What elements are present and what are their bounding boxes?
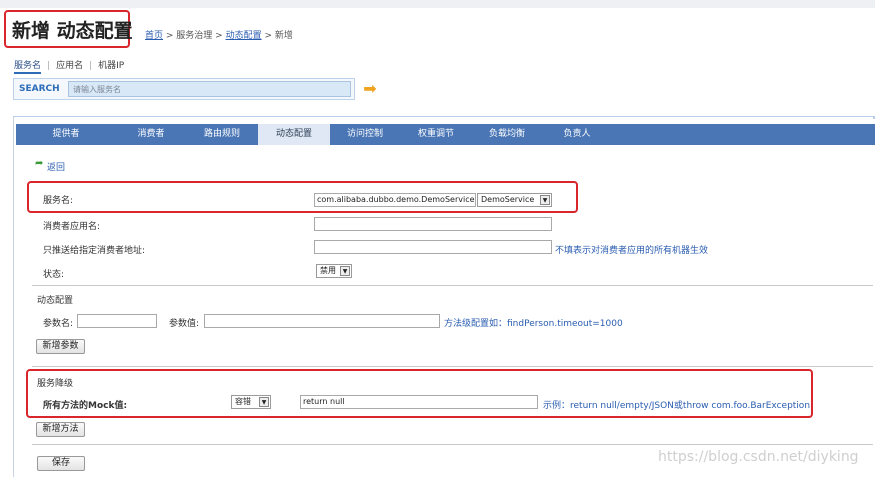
breadcrumb-sep: > — [212, 31, 226, 41]
degrade-section-title: 服务降级 — [37, 379, 74, 389]
breadcrumb-sep: > — [261, 31, 275, 41]
search-tab-service[interactable]: 服务名 — [14, 61, 42, 74]
mock-value-input[interactable]: return null — [300, 395, 538, 409]
select-arrow-icon: ▼ — [259, 397, 269, 407]
tab-owners[interactable]: 负责人 — [542, 124, 612, 145]
service-input[interactable]: com.alibaba.dubbo.demo.DemoService — [314, 193, 476, 207]
select-arrow-icon: ▼ — [340, 266, 350, 276]
status-label: 状态: — [43, 270, 65, 280]
status-select[interactable]: 禁用 ▼ — [316, 264, 352, 278]
service-select-value: DemoService — [481, 195, 535, 204]
divider — [32, 285, 873, 286]
dynamic-section-title: 动态配置 — [37, 296, 74, 306]
add-param-button[interactable]: 新增参数 — [36, 339, 85, 354]
divider — [32, 366, 873, 367]
watermark: https://blog.csdn.net/diyking — [658, 449, 859, 465]
search-tab-ip[interactable]: 机器IP — [98, 61, 124, 71]
status-select-value: 禁用 — [320, 266, 336, 275]
search-tab-app[interactable]: 应用名 — [56, 61, 83, 71]
save-button[interactable]: 保存 — [37, 456, 85, 471]
param-value-label: 参数值: — [169, 319, 200, 329]
param-name-input[interactable] — [77, 314, 157, 328]
tab-dynamic-config[interactable]: 动态配置 — [258, 124, 330, 145]
back-arrow-icon[interactable]: ➦ — [35, 158, 43, 169]
mock-label: 所有方法的Mock值: — [43, 401, 128, 411]
breadcrumb-home[interactable]: 首页 — [145, 31, 163, 41]
back-link[interactable]: 返回 — [47, 160, 65, 173]
tab-providers[interactable]: 提供者 — [16, 124, 116, 145]
mock-hint: 示例：return null/empty/JSON或throw com.foo.… — [543, 401, 811, 411]
tab-load-balance[interactable]: 负载均衡 — [472, 124, 542, 145]
search-go-arrow-icon[interactable]: ➡ — [361, 80, 379, 98]
service-select[interactable]: DemoService ▼ — [477, 193, 552, 207]
tab-routes[interactable]: 路由规则 — [186, 124, 258, 145]
breadcrumb-config[interactable]: 动态配置 — [226, 31, 262, 41]
consumer-app-label: 消费者应用名: — [43, 222, 101, 232]
breadcrumb: 首页 > 服务治理 > 动态配置 > 新增 — [145, 28, 293, 41]
push-addr-input[interactable] — [314, 240, 552, 254]
search-type-tabs: 服务名 | 应用名 | 机器IP — [14, 58, 124, 74]
page-title: 新增 动态配置 — [12, 20, 133, 42]
search-tab-sep: | — [47, 61, 51, 71]
top-strip — [0, 0, 875, 8]
mock-select-value: 容错 — [235, 397, 251, 406]
search-input[interactable] — [68, 81, 351, 97]
param-name-label: 参数名: — [43, 319, 74, 329]
push-addr-label: 只推送给指定消费者地址: — [43, 246, 146, 256]
mock-select[interactable]: 容错 ▼ — [231, 395, 271, 409]
select-arrow-icon: ▼ — [540, 195, 550, 205]
consumer-app-input[interactable] — [314, 217, 552, 231]
nav-tabbar: 提供者 消费者 路由规则 动态配置 访问控制 权重调节 负载均衡 负责人 — [16, 124, 875, 145]
search-tab-sep: | — [89, 61, 93, 71]
breadcrumb-sep: > — [163, 31, 177, 41]
push-addr-hint: 不填表示对消费者应用的所有机器生效 — [555, 246, 709, 256]
breadcrumb-current: 新增 — [274, 31, 293, 41]
tab-consumers[interactable]: 消费者 — [116, 124, 186, 145]
divider — [32, 444, 873, 445]
param-value-input[interactable] — [204, 314, 440, 328]
tab-access-control[interactable]: 访问控制 — [330, 124, 400, 145]
service-label: 服务名: — [43, 196, 74, 206]
param-hint: 方法级配置如：findPerson.timeout=1000 — [444, 319, 623, 329]
search-label: SEARCH — [19, 84, 60, 94]
add-method-button[interactable]: 新增方法 — [36, 422, 85, 437]
breadcrumb-gov: 服务治理 — [176, 31, 213, 41]
tab-weights[interactable]: 权重调节 — [400, 124, 472, 145]
content-panel — [13, 117, 873, 477]
